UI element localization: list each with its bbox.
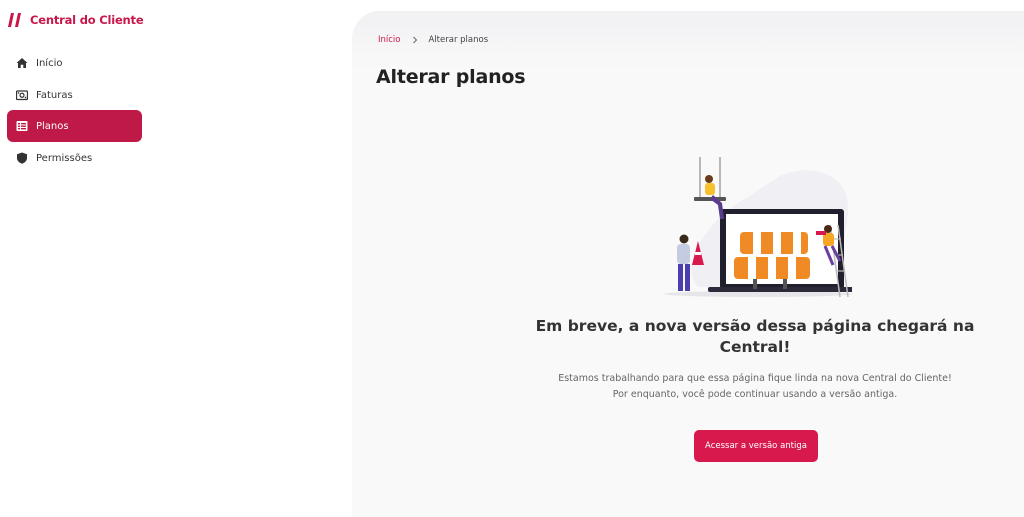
plans-icon <box>16 121 28 131</box>
shield-icon <box>17 152 27 164</box>
coming-soon-headline: Em breve, a nova versão dessa página che… <box>535 317 975 356</box>
sidebar-item-faturas[interactable]: Faturas <box>7 79 142 111</box>
description-line-2: Por enquanto, você pode continuar usando… <box>612 389 898 400</box>
coming-soon-description: Estamos trabalhando para que essa página… <box>502 371 1008 403</box>
breadcrumb-current: Alterar planos <box>428 35 489 45</box>
invoice-icon <box>16 90 28 101</box>
page-title: Alterar planos <box>376 66 526 88</box>
home-icon <box>16 58 28 68</box>
sidebar-item-label: Permissões <box>36 152 93 164</box>
description-line-1: Estamos trabalhando para que essa página… <box>558 373 952 384</box>
sidebar: Central do Cliente Início Faturas Planos <box>0 0 150 517</box>
main-content: Início Alterar planos Alterar planos Em … <box>352 11 1024 517</box>
sidebar-item-label: Faturas <box>36 89 73 101</box>
brand-mark-icon <box>8 13 21 27</box>
sidebar-item-label: Início <box>36 57 63 69</box>
breadcrumb: Início Alterar planos <box>378 35 488 45</box>
sidebar-item-planos[interactable]: Planos <box>7 110 142 142</box>
under-construction-illustration <box>664 157 852 298</box>
breadcrumb-home-link[interactable]: Início <box>378 35 401 45</box>
brand-name: Central do Cliente <box>30 13 144 27</box>
sidebar-item-label: Planos <box>36 120 69 132</box>
sidebar-item-permissoes[interactable]: Permissões <box>7 142 142 174</box>
sidebar-item-inicio[interactable]: Início <box>7 47 142 79</box>
chevron-right-icon <box>412 36 417 44</box>
access-old-version-button[interactable]: Acessar a versão antiga <box>694 430 818 462</box>
brand-logo[interactable]: Central do Cliente <box>8 11 144 29</box>
